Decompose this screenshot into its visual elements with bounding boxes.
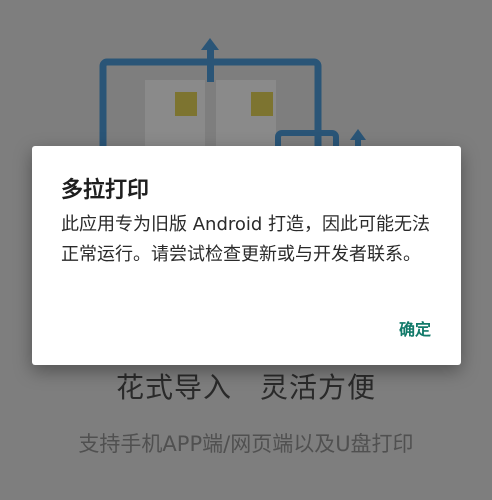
feature-title: 花式导入 灵活方便 bbox=[0, 366, 492, 406]
ok-button[interactable]: 确定 bbox=[399, 316, 431, 340]
compatibility-dialog: 多拉打印 此应用专为旧版 Android 打造，因此可能无法正常运行。请尝试检查… bbox=[32, 146, 461, 365]
feature-title-left: 花式导入 bbox=[115, 371, 232, 404]
dialog-message: 此应用专为旧版 Android 打造，因此可能无法正常运行。请尝试检查更新或与开… bbox=[61, 214, 431, 265]
feature-title-right: 灵活方便 bbox=[260, 371, 377, 404]
feature-subtitle: 支持手机APP端/网页端以及U盘打印 bbox=[78, 432, 414, 456]
dialog-title: 多拉打印 bbox=[61, 178, 150, 203]
